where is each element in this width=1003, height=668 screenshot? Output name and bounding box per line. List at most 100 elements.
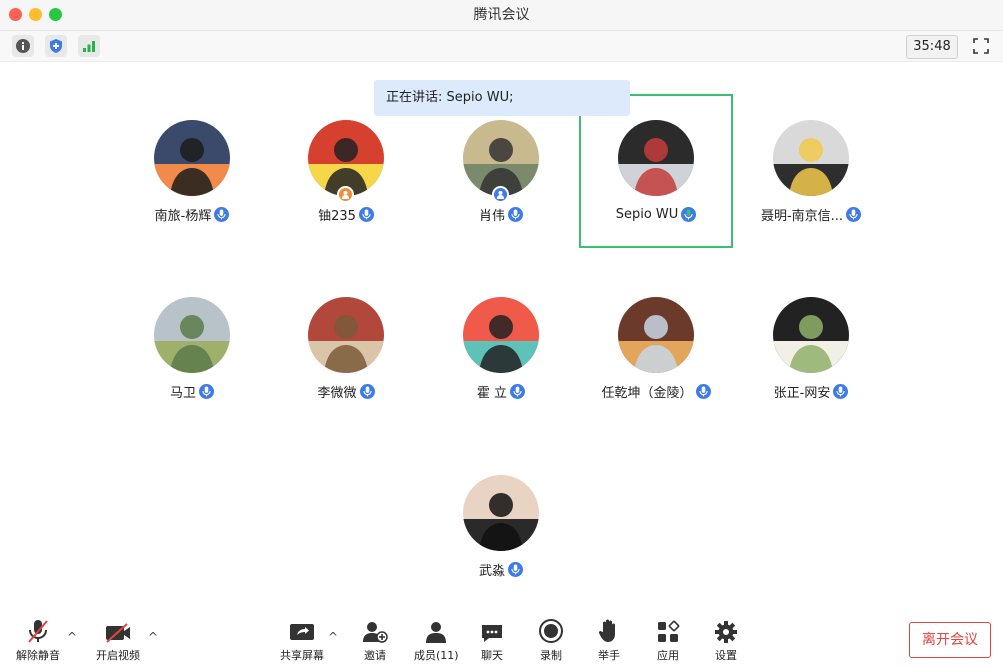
participant-name-row: 李微微	[271, 382, 421, 401]
mic-on-icon	[214, 206, 230, 222]
mic-on-icon	[199, 383, 214, 399]
participant-name: 聂明-南京信...	[760, 208, 844, 224]
participant-name-row: 聂明-南京信...	[736, 205, 886, 224]
apps-grid-icon	[658, 620, 680, 642]
signal-bars-icon	[83, 41, 95, 52]
audio-options-chevron[interactable]: ^	[67, 630, 77, 644]
mic-on-icon	[508, 561, 523, 577]
participant-name: 铀235	[318, 208, 356, 224]
gear-icon	[715, 621, 737, 643]
chat-button[interactable]: 聊天	[480, 616, 504, 664]
start-video-button[interactable]: 开启视频	[96, 616, 140, 664]
participant-name: 马卫	[169, 385, 196, 401]
network-status-button[interactable]	[78, 35, 100, 57]
host-badge-icon	[337, 186, 354, 203]
unmute-button[interactable]: 解除静音	[16, 616, 60, 664]
leave-meeting-button[interactable]: 离开会议	[909, 622, 991, 658]
video-options-chevron[interactable]: ^	[148, 630, 158, 644]
participant-name: 武淼	[478, 563, 505, 579]
mic-on-icon	[358, 206, 374, 222]
title-bar: 腾讯会议	[0, 0, 1003, 31]
participant-name: 南旅-杨辉	[154, 208, 212, 224]
avatar	[154, 120, 230, 196]
participant-name: 肖伟	[478, 208, 505, 224]
participant-tile[interactable]: 南旅-杨辉	[117, 120, 267, 240]
meeting-info-bar: 35:48	[0, 31, 1003, 62]
participant-name-row: 武淼	[426, 560, 576, 579]
avatar	[773, 120, 849, 196]
avatar	[773, 297, 849, 373]
mic-on-icon	[833, 383, 849, 399]
participant-name: 李微微	[317, 385, 357, 401]
mic-on-icon	[508, 206, 523, 222]
settings-button[interactable]: 设置	[714, 616, 738, 664]
participant-tile[interactable]: 霍 立	[426, 297, 576, 417]
participant-tile[interactable]: 肖伟	[426, 120, 576, 240]
participant-name-row: 马卫	[117, 382, 267, 401]
invite-label: 邀请	[364, 649, 386, 662]
mic-speaking-icon	[681, 206, 697, 222]
participant-tile[interactable]: 聂明-南京信...	[736, 120, 886, 240]
participant-tile[interactable]: Sepio WU	[581, 120, 731, 240]
participant-tile[interactable]: 李微微	[271, 297, 421, 417]
meeting-timer: 35:48	[906, 35, 958, 59]
avatar	[618, 120, 694, 196]
members-icon	[426, 622, 447, 643]
participant-name: Sepio WU	[615, 206, 679, 222]
record-label: 录制	[540, 649, 562, 662]
speaking-indicator-banner: 正在讲话: Sepio WU;	[374, 80, 630, 116]
raise-hand-label: 举手	[598, 649, 620, 662]
mic-on-icon	[510, 383, 526, 399]
participant-tile[interactable]: 铀235	[271, 120, 421, 240]
invite-button[interactable]: 邀请	[362, 616, 388, 664]
window-title: 腾讯会议	[473, 7, 530, 23]
members-button[interactable]: 成员(11)	[414, 616, 459, 664]
participant-name: 霍 立	[476, 385, 508, 401]
avatar	[463, 475, 539, 551]
chat-label: 聊天	[481, 649, 503, 662]
raise-hand-icon	[598, 619, 615, 642]
avatar	[463, 120, 539, 196]
info-icon	[16, 39, 30, 53]
start-video-label: 开启视频	[96, 649, 140, 662]
participant-name-row: 霍 立	[426, 382, 576, 401]
share-options-chevron[interactable]: ^	[328, 630, 338, 644]
settings-label: 设置	[715, 649, 737, 662]
participant-tile[interactable]: 任乾坤（金陵）	[581, 297, 731, 417]
participant-name-row: 南旅-杨辉	[117, 205, 267, 224]
participant-name-row: 张正-网安	[736, 382, 886, 401]
chat-bubble-icon	[482, 625, 502, 642]
apps-label: 应用	[657, 649, 679, 662]
apps-button[interactable]: 应用	[656, 616, 680, 664]
cohost-badge-icon	[492, 186, 509, 203]
raise-hand-button[interactable]: 举手	[598, 616, 620, 664]
participant-name: 任乾坤（金陵）	[601, 385, 693, 401]
avatar	[308, 120, 384, 196]
members-label: 成员(11)	[414, 649, 459, 662]
participant-name-row: 肖伟	[426, 205, 576, 224]
participant-tile[interactable]: 马卫	[117, 297, 267, 417]
mic-muted-icon	[28, 620, 48, 643]
participant-name-row: 任乾坤（金陵）	[581, 382, 731, 401]
invite-user-icon	[363, 622, 388, 643]
avatar	[618, 297, 694, 373]
share-screen-button[interactable]: 共享屏幕	[280, 616, 324, 664]
participant-tile[interactable]: 张正-网安	[736, 297, 886, 417]
share-screen-icon	[290, 624, 314, 640]
meeting-info-button[interactable]	[12, 35, 34, 57]
avatar	[308, 297, 384, 373]
fullscreen-button[interactable]	[970, 35, 992, 57]
unmute-label: 解除静音	[16, 649, 60, 662]
share-screen-label: 共享屏幕	[280, 649, 324, 662]
mic-on-icon	[359, 383, 375, 399]
participant-tile[interactable]: 武淼	[426, 475, 576, 595]
avatar	[463, 297, 539, 373]
security-button[interactable]	[45, 35, 67, 57]
fullscreen-icon	[973, 38, 989, 54]
mic-on-icon	[846, 206, 862, 222]
camera-off-icon	[106, 623, 130, 643]
shield-icon	[50, 39, 62, 53]
participant-name-row: Sepio WU	[581, 205, 731, 223]
record-icon	[539, 619, 563, 643]
record-button[interactable]: 录制	[538, 616, 564, 664]
